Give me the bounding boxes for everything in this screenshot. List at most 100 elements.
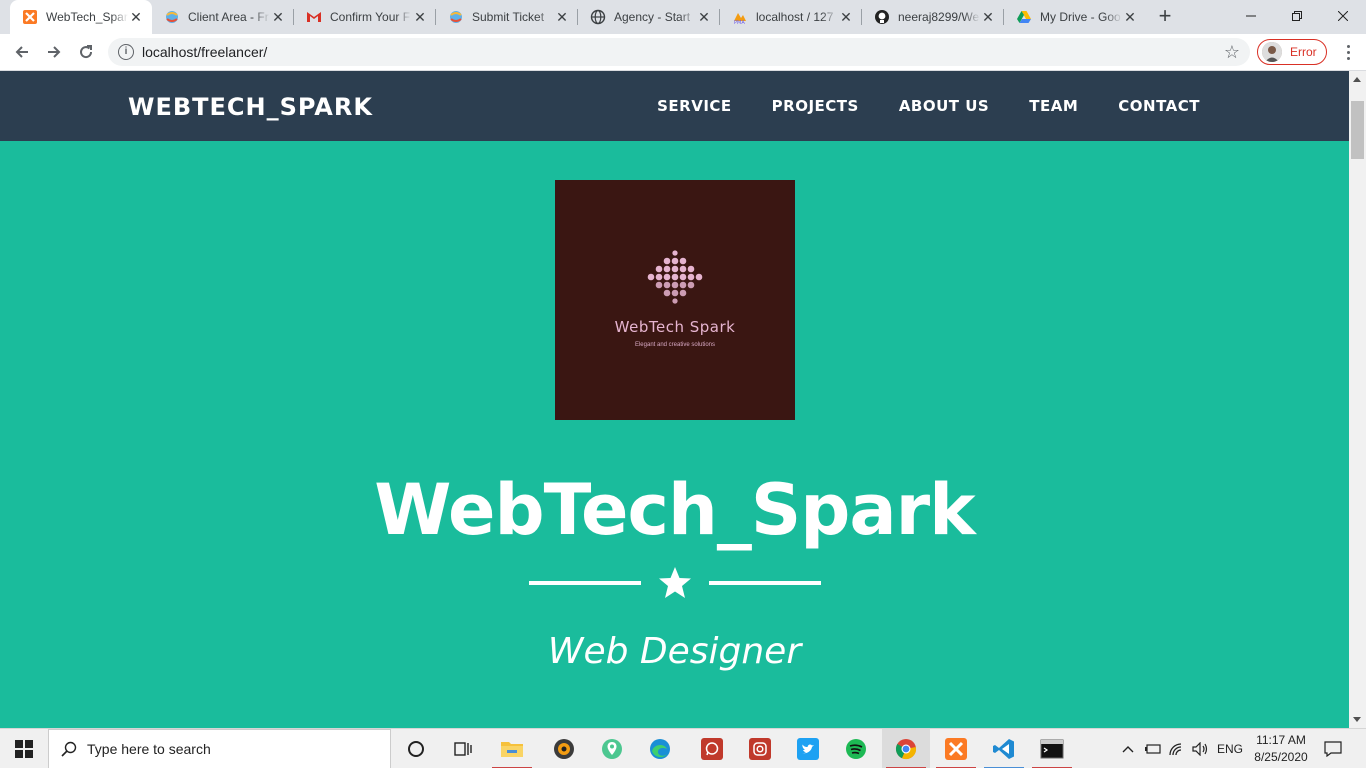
wifi-button[interactable] bbox=[1166, 729, 1188, 768]
logo-dot bbox=[663, 273, 671, 281]
instagram-button[interactable] bbox=[736, 729, 784, 768]
maps-app-button[interactable] bbox=[588, 729, 636, 768]
taskbar-clock[interactable]: 11:17 AM 8/25/2020 bbox=[1250, 732, 1312, 766]
tab-google-drive[interactable]: My Drive - Goo ✕ bbox=[1004, 0, 1146, 34]
close-icon[interactable]: ✕ bbox=[554, 9, 570, 25]
whatsapp-button[interactable] bbox=[688, 729, 736, 768]
edge-button[interactable] bbox=[636, 729, 684, 768]
chrome-icon bbox=[895, 739, 917, 760]
star-divider bbox=[529, 565, 821, 605]
tab-webtech-spark[interactable]: WebTech_Spark ✕ bbox=[10, 0, 152, 34]
reload-button[interactable] bbox=[72, 38, 100, 66]
address-bar[interactable]: i localhost/freelancer/ ☆ bbox=[108, 38, 1250, 66]
profile-button[interactable]: Error bbox=[1257, 39, 1327, 65]
scroll-down-icon[interactable] bbox=[1353, 717, 1361, 722]
xampp-icon bbox=[22, 9, 38, 25]
tab-title: Submit Ticket bbox=[472, 10, 545, 24]
tab-title: Client Area - Fr bbox=[188, 10, 269, 24]
edge-icon bbox=[650, 739, 670, 759]
terminal-icon bbox=[1040, 739, 1064, 759]
logo-dot bbox=[671, 273, 679, 281]
close-icon[interactable]: ✕ bbox=[270, 9, 286, 25]
clock-time: 11:17 AM bbox=[1256, 733, 1306, 747]
taskbar: Type here to search ENG 11:17 AM 8/25/20… bbox=[0, 728, 1366, 768]
close-icon[interactable]: ✕ bbox=[696, 9, 712, 25]
media-player-button[interactable] bbox=[540, 729, 588, 768]
logo-dot bbox=[687, 265, 695, 273]
diamond-dots-icon bbox=[647, 250, 703, 304]
tab-strip: WebTech_Spark ✕ Client Area - Fr ✕ Confi… bbox=[0, 0, 1366, 34]
twitter-button[interactable] bbox=[784, 729, 832, 768]
cortana-button[interactable] bbox=[392, 729, 440, 768]
google-drive-icon bbox=[1016, 9, 1032, 25]
logo-dot bbox=[671, 257, 679, 265]
minimize-button[interactable] bbox=[1228, 0, 1274, 32]
taskbar-search[interactable]: Type here to search bbox=[48, 729, 391, 768]
vscode-icon bbox=[993, 739, 1014, 759]
nav-projects[interactable]: PROJECTS bbox=[772, 97, 859, 115]
vscode-button[interactable] bbox=[980, 729, 1028, 768]
close-icon[interactable]: ✕ bbox=[412, 9, 428, 25]
close-icon[interactable]: ✕ bbox=[980, 9, 996, 25]
notifications-button[interactable] bbox=[1318, 729, 1348, 768]
media-disc-icon bbox=[554, 739, 574, 759]
map-pin-icon bbox=[602, 739, 622, 759]
colorful-globe-icon bbox=[164, 9, 180, 25]
tab-agency[interactable]: Agency - Start ✕ bbox=[578, 0, 720, 34]
logo-dot bbox=[695, 273, 703, 281]
volume-button[interactable] bbox=[1190, 729, 1212, 768]
language-indicator[interactable]: ENG bbox=[1214, 729, 1246, 768]
instagram-icon bbox=[749, 738, 771, 760]
twitter-icon bbox=[797, 738, 819, 760]
star-icon bbox=[659, 567, 691, 598]
task-view-button[interactable] bbox=[440, 729, 488, 768]
close-icon bbox=[1338, 11, 1348, 21]
logo-dot bbox=[679, 265, 687, 273]
close-window-button[interactable] bbox=[1320, 0, 1366, 32]
scroll-up-icon[interactable] bbox=[1353, 77, 1361, 82]
globe-icon bbox=[590, 9, 606, 25]
file-explorer-button[interactable] bbox=[488, 729, 536, 768]
whatsapp-icon bbox=[701, 738, 723, 760]
minimize-icon bbox=[1246, 15, 1256, 17]
nav-contact[interactable]: CONTACT bbox=[1118, 97, 1200, 115]
spotify-button[interactable] bbox=[832, 729, 880, 768]
tab-client-area[interactable]: Client Area - Fr ✕ bbox=[152, 0, 294, 34]
page-viewport: WEBTECH_SPARK SERVICE PROJECTS ABOUT US … bbox=[0, 71, 1349, 728]
task-view-icon bbox=[454, 742, 472, 756]
back-button[interactable] bbox=[8, 38, 36, 66]
show-hidden-icons-button[interactable] bbox=[1118, 729, 1138, 768]
nav-team[interactable]: TEAM bbox=[1029, 97, 1078, 115]
nav-about-us[interactable]: ABOUT US bbox=[899, 97, 989, 115]
logo-dot bbox=[679, 281, 687, 289]
close-icon[interactable]: ✕ bbox=[1122, 9, 1138, 25]
forward-arrow-icon bbox=[48, 46, 61, 58]
scrollbar[interactable] bbox=[1349, 71, 1366, 728]
menu-button[interactable] bbox=[1336, 40, 1360, 64]
logo-dot bbox=[671, 265, 679, 273]
bookmark-star-icon[interactable]: ☆ bbox=[1224, 42, 1240, 62]
tab-confirm[interactable]: Confirm Your F ✕ bbox=[294, 0, 436, 34]
battery-button[interactable] bbox=[1142, 729, 1164, 768]
page-title: WebTech_Spark bbox=[374, 469, 975, 551]
start-button[interactable] bbox=[0, 729, 48, 768]
logo-dot bbox=[655, 273, 663, 281]
tab-phpmyadmin[interactable]: PMA localhost / 127 ✕ bbox=[720, 0, 862, 34]
tab-github[interactable]: neeraj8299/We ✕ bbox=[862, 0, 1004, 34]
info-icon[interactable]: i bbox=[118, 44, 134, 60]
forward-button[interactable] bbox=[40, 38, 68, 66]
scrollbar-thumb[interactable] bbox=[1351, 101, 1364, 159]
logo-dot bbox=[672, 250, 678, 256]
restore-button[interactable] bbox=[1274, 0, 1320, 32]
logo-dot bbox=[671, 289, 679, 297]
tab-submit-ticket[interactable]: Submit Ticket ✕ bbox=[436, 0, 578, 34]
nav-service[interactable]: SERVICE bbox=[657, 97, 732, 115]
xampp-button[interactable] bbox=[932, 729, 980, 768]
chrome-button[interactable] bbox=[882, 729, 930, 768]
brand-link[interactable]: WEBTECH_SPARK bbox=[128, 93, 373, 121]
close-icon[interactable]: ✕ bbox=[838, 9, 854, 25]
terminal-button[interactable] bbox=[1028, 729, 1076, 768]
close-icon[interactable]: ✕ bbox=[128, 9, 144, 25]
logo-dot bbox=[663, 281, 671, 289]
new-tab-button[interactable]: + bbox=[1153, 5, 1177, 29]
